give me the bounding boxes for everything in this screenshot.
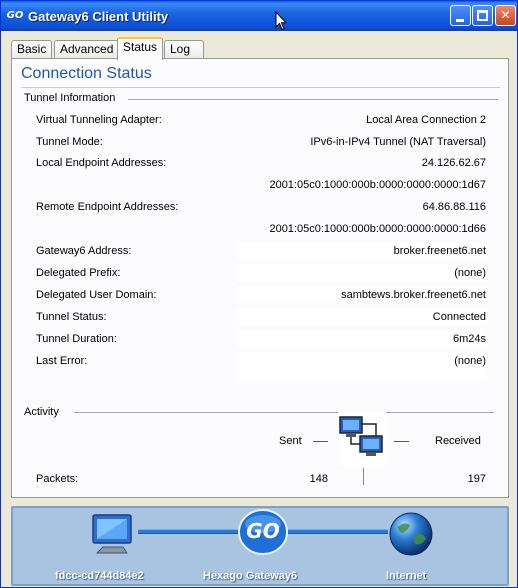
connection-topology-bar: GO fdcc-cd744d84e2 Hexago Gateway6 Inter… bbox=[11, 506, 509, 586]
status-panel: Connection Status Tunnel Information Vir… bbox=[11, 58, 509, 498]
tunnel-mode-value: IPv6-in-IPv4 Tunnel (NAT Traversal) bbox=[310, 136, 486, 148]
network-activity-icon bbox=[338, 412, 386, 466]
remote-endpoint-label: Remote Endpoint Addresses: bbox=[36, 201, 179, 213]
tab-advanced[interactable]: Advanced bbox=[54, 40, 120, 59]
delegated-prefix-box bbox=[237, 264, 487, 281]
remote-endpoint-ipv6: 2001:05c0:1000:000b:0000:0000:0000:1d66 bbox=[269, 223, 486, 235]
panel-title: Connection Status bbox=[21, 65, 152, 82]
tunnel-mode-label: Tunnel Mode: bbox=[36, 136, 103, 148]
gateway6-window: GO Gateway6 Client Utility ✕ Basic Advan… bbox=[0, 0, 518, 588]
activity-heading: Activity bbox=[24, 406, 59, 418]
tunnel-duration-box bbox=[237, 330, 487, 347]
packets-divider bbox=[363, 468, 364, 485]
maximize-icon bbox=[477, 10, 488, 21]
local-endpoint-label: Local Endpoint Addresses: bbox=[36, 157, 167, 169]
title-bar[interactable]: GO Gateway6 Client Utility ✕ bbox=[1, 1, 517, 31]
last-error-box bbox=[237, 352, 487, 383]
packets-label: Packets: bbox=[36, 473, 79, 485]
tab-basic[interactable]: Basic bbox=[11, 40, 53, 59]
minimize-button[interactable] bbox=[450, 5, 471, 26]
tab-status[interactable]: Status bbox=[117, 37, 164, 60]
window-title: Gateway6 Client Utility bbox=[28, 8, 169, 24]
tunnel-status-label: Tunnel Status: bbox=[36, 311, 107, 323]
title-divider bbox=[21, 87, 500, 88]
local-endpoint-ipv6: 2001:05c0:1000:000b:0000:0000:0000:1d67 bbox=[269, 179, 486, 191]
received-connector bbox=[394, 441, 409, 442]
adapter-value: Local Area Connection 2 bbox=[366, 114, 486, 126]
last-error-label: Last Error: bbox=[36, 355, 88, 367]
minimize-icon bbox=[456, 19, 464, 22]
packets-received-value: 197 bbox=[467, 473, 486, 485]
tunnel-duration-label: Tunnel Duration: bbox=[36, 333, 117, 345]
remote-endpoint-ipv4: 64.86.88.116 bbox=[422, 201, 486, 213]
adapter-label: Virtual Tunneling Adapter: bbox=[36, 114, 162, 126]
activity-divider bbox=[74, 412, 494, 413]
gateway-internet-link bbox=[288, 529, 388, 534]
gateway-address-label: Gateway6 Address: bbox=[36, 245, 132, 257]
last-error-value: (none) bbox=[454, 355, 486, 367]
tunnel-status-value: Connected bbox=[432, 311, 486, 323]
maximize-button[interactable] bbox=[472, 5, 493, 26]
internet-label: Internet bbox=[386, 570, 427, 582]
close-button[interactable]: ✕ bbox=[495, 5, 516, 26]
mouse-cursor-icon bbox=[275, 11, 287, 31]
delegated-prefix-value: (none) bbox=[454, 267, 486, 279]
gateway-label: Hexago Gateway6 bbox=[203, 570, 298, 582]
tab-log[interactable]: Log bbox=[164, 40, 204, 59]
tunnel-info-heading: Tunnel Information bbox=[24, 92, 116, 104]
sent-connector bbox=[313, 441, 328, 442]
delegated-prefix-label: Delegated Prefix: bbox=[36, 267, 121, 279]
tunnel-duration-value: 6m24s bbox=[452, 333, 486, 345]
gateway6-app-icon: GO bbox=[6, 10, 24, 21]
local-endpoint-ipv4: 24.126.62.67 bbox=[421, 157, 486, 169]
packets-sent-value: 148 bbox=[309, 473, 328, 485]
client-gateway-link bbox=[138, 529, 238, 534]
tunnel-info-divider bbox=[128, 99, 498, 100]
delegated-domain-value: sambtews.broker.freenet6.net bbox=[341, 289, 486, 301]
client-host-label: fdcc-cd744d84e2 bbox=[55, 570, 144, 582]
computer-icon bbox=[92, 514, 132, 554]
received-label: Received bbox=[435, 435, 481, 447]
gateway-address-value: broker.freenet6.net bbox=[393, 245, 486, 257]
sent-label: Sent bbox=[279, 435, 302, 447]
delegated-domain-label: Delegated User Domain: bbox=[36, 289, 157, 301]
gateway6-logo-text: GO bbox=[246, 519, 280, 543]
globe-icon bbox=[389, 512, 433, 556]
